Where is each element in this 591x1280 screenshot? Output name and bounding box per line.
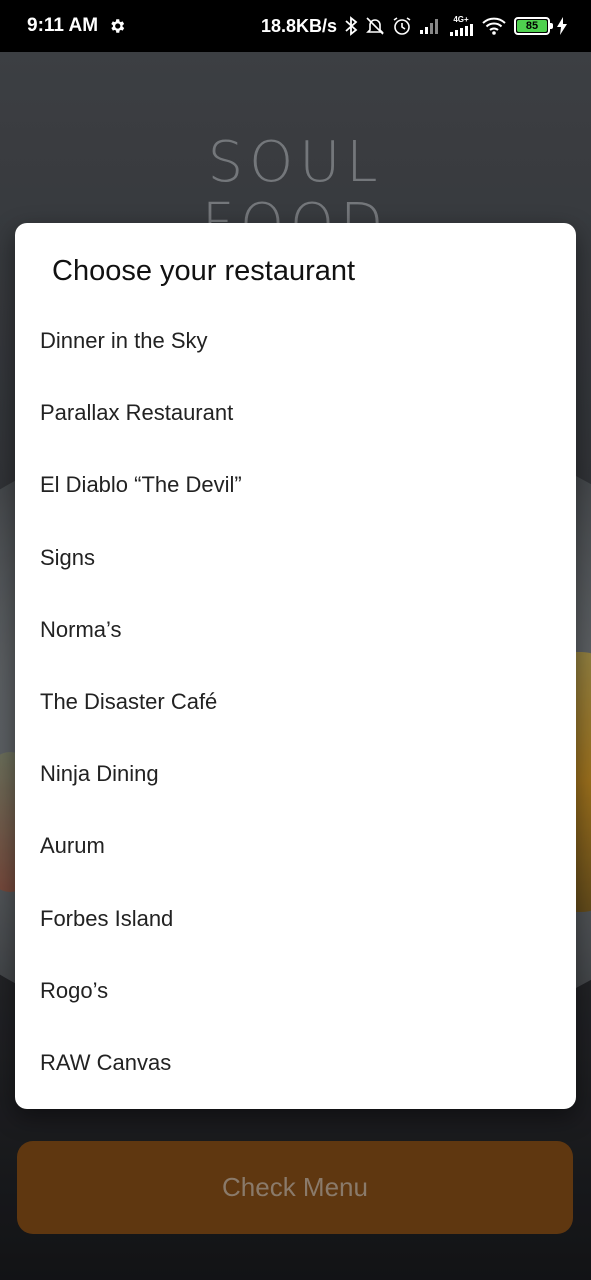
restaurant-option[interactable]: El Diablo “The Devil” <box>15 449 576 521</box>
network-speed: 18.8KB/s <box>260 15 337 36</box>
status-bar: 9:11 AM 18.8KB/s 4G+ 85 <box>0 0 591 52</box>
status-bar-left: 9:11 AM <box>27 15 126 37</box>
bluetooth-icon <box>344 16 358 36</box>
restaurant-option[interactable]: Signs <box>15 522 576 594</box>
status-bar-right: 18.8KB/s 4G+ 85 <box>261 16 567 37</box>
network-type-label: 4G+ <box>453 15 469 24</box>
restaurant-option[interactable]: Dinner in the Sky <box>15 305 576 377</box>
restaurant-option[interactable]: RAW Canvas <box>15 1027 576 1099</box>
restaurant-option[interactable]: The Disaster Café <box>15 666 576 738</box>
settings-icon <box>108 17 126 35</box>
status-time: 9:11 AM <box>27 15 99 36</box>
wifi-icon <box>481 16 507 36</box>
battery-icon: 85 <box>514 17 553 35</box>
dialog-title: Choose your restaurant <box>52 255 356 287</box>
restaurant-option[interactable]: Rogo’s <box>15 955 576 1027</box>
restaurant-option[interactable]: Norma’s <box>15 594 576 666</box>
charging-icon <box>557 17 567 35</box>
restaurant-option[interactable]: Forbes Island <box>15 883 576 955</box>
restaurant-option[interactable]: Parallax Restaurant <box>15 377 576 449</box>
alarm-icon <box>392 16 412 36</box>
check-menu-button[interactable]: Check Menu <box>17 1141 573 1234</box>
restaurant-option[interactable]: Ninja Dining <box>15 738 576 810</box>
signal-4g-icon: 4G+ <box>448 16 474 36</box>
restaurant-option[interactable]: Aurum <box>15 810 576 882</box>
restaurant-picker-dialog: Choose your restaurant Dinner in the Sky… <box>15 223 576 1109</box>
battery-level: 85 <box>517 20 547 32</box>
restaurant-list: Dinner in the Sky Parallax Restaurant El… <box>15 305 576 1099</box>
signal-icon <box>419 18 441 34</box>
bell-off-icon <box>365 16 385 36</box>
